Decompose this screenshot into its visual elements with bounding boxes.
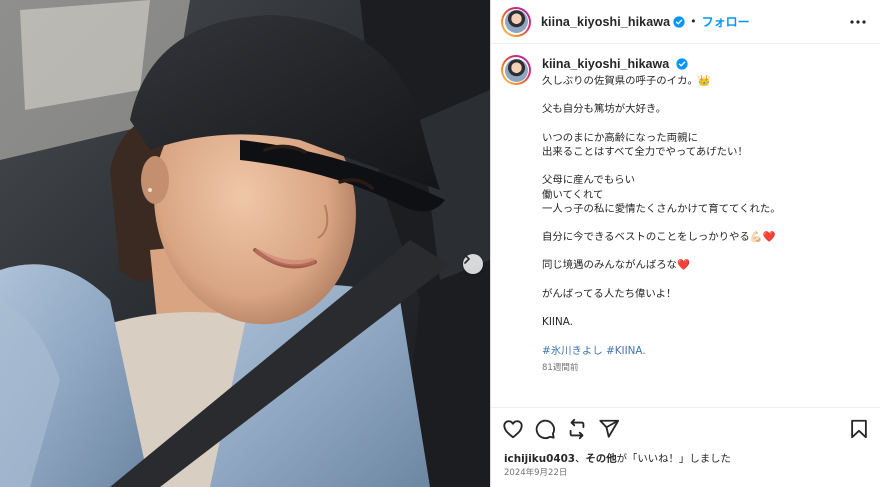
caption-line: 一人っ子の私に愛情たくさんかけて育ててくれた。 [542,202,781,215]
post-caption: kiina_kiyoshi_hikawa 久しぶりの佐賀県の呼子のイカ。👑 父も自… [491,55,880,377]
bookmark-icon[interactable] [848,418,870,440]
chevron-right-icon [464,254,471,264]
caption-line: 父も自分も篤坊が大好き。 [542,103,667,116]
caption-avatar[interactable] [501,55,531,85]
caption-line: 父母に産んでもらい [542,174,635,187]
separator-dot: • [690,15,697,28]
caption-username[interactable]: kiina_kiyoshi_hikawa [542,57,669,71]
verified-badge-icon [676,58,688,70]
hashtag-link[interactable]: #氷川きよし [542,345,603,357]
comment-icon[interactable] [534,418,556,440]
caption-line: 自分に今できるベストのことをしっかりやる💪🏻❤️ [542,231,776,244]
follow-button[interactable]: フォロー [702,13,750,30]
post-header: kiina_kiyoshi_hikawa • フォロー [491,0,880,44]
post-details-panel: kiina_kiyoshi_hikawa • フォロー kiina_kiyosh… [490,0,880,487]
caption-line: 同じ境遇のみんながんばろな❤️ [542,259,691,272]
caption-line: 久しぶりの佐賀県の呼子のイカ。👑 [542,75,711,87]
post-image [0,0,490,487]
more-options-icon [850,20,866,24]
verified-badge-icon [673,15,685,28]
header-username[interactable]: kiina_kiyoshi_hikawa [541,15,670,29]
repost-icon[interactable] [566,418,588,440]
avatar[interactable] [501,6,531,37]
time-ago: 81週間前 [542,363,579,373]
likes-summary: ichijiku0403、その他が「いいね！」しました [504,450,731,465]
liked-by-others[interactable]: その他 [585,453,616,465]
liked-suffix: が「いいね！」しました [616,453,731,465]
caption-text: 久しぶりの佐賀県の呼子のイカ。👑 父も自分も篤坊が大好き。いつのまにか高齢になった… [542,74,872,358]
more-options-button[interactable] [849,13,867,31]
action-bar [491,407,880,451]
liked-by-user[interactable]: ichijiku0403 [504,453,575,465]
carousel-next-button[interactable] [463,254,483,274]
hashtag-link[interactable]: #KIINA. [606,345,646,357]
send-icon[interactable] [598,418,620,440]
post-photo[interactable] [0,0,490,487]
caption-line: 出来ることはすべて全力でやってあげたい！ [542,145,748,158]
caption-username-row: kiina_kiyoshi_hikawa [542,57,688,71]
post-date: 2024年9月22日 [504,468,568,478]
liked-by-separator: 、 [575,453,586,465]
hashtag-line: #氷川きよし #KIINA. [542,344,872,358]
caption-line: がんばってる人たち偉いよ！ [542,287,677,300]
heart-icon[interactable] [502,418,524,440]
caption-line: 働いてくれて [542,188,604,201]
caption-line: いつのまにか高齢になった両親に [542,131,698,144]
caption-line: KIINA. [542,316,573,329]
